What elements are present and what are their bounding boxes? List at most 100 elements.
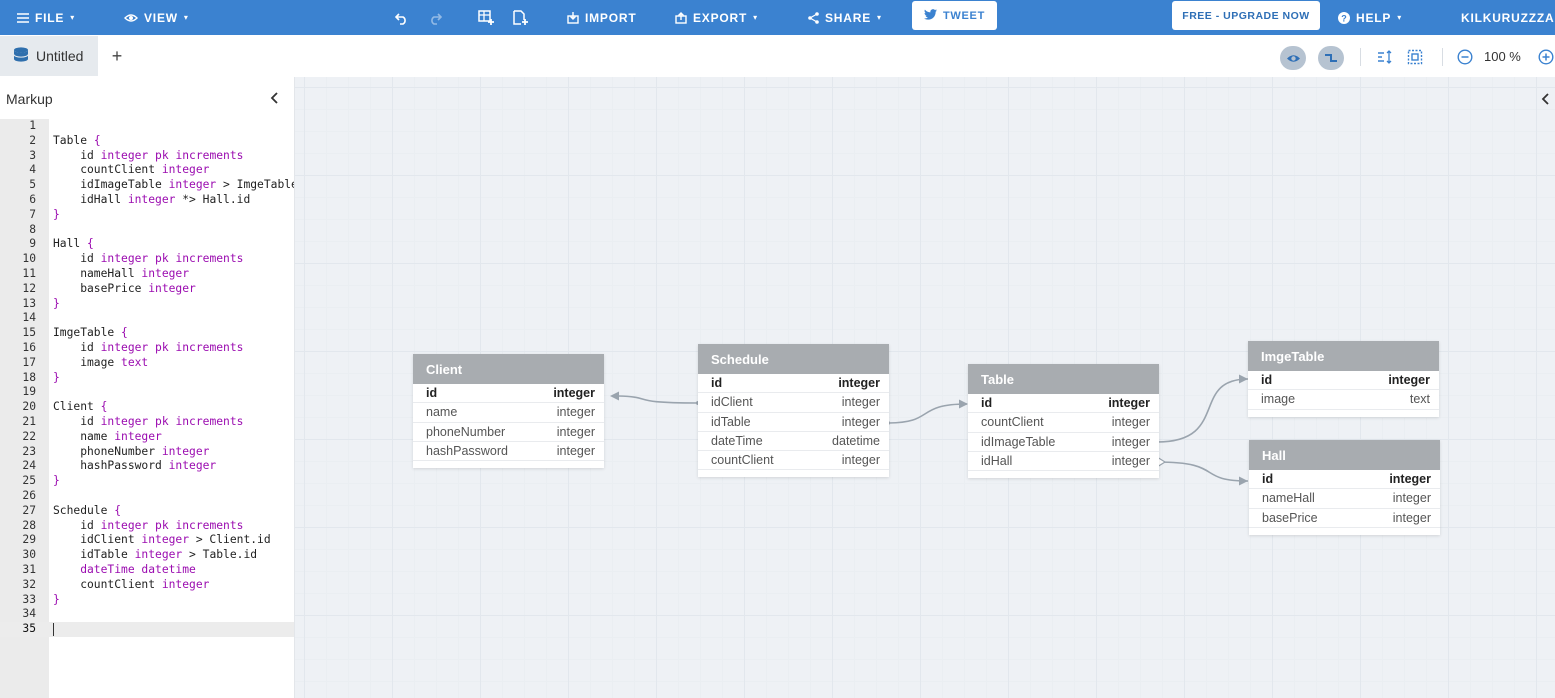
undo-icon[interactable] [391, 0, 413, 35]
export-menu[interactable]: EXPORT ▾ [675, 0, 757, 35]
user-menu[interactable]: KILKURUZZZA [1461, 0, 1554, 35]
file-menu[interactable]: FILE ▾ [17, 0, 74, 35]
table-header[interactable]: Hall [1249, 440, 1440, 470]
line-number: 14 [22, 311, 36, 325]
svg-text:?: ? [1341, 13, 1347, 23]
code-line[interactable]: 2 Table { [0, 134, 294, 149]
code-line[interactable]: 7} [0, 207, 294, 223]
code-text: idTable integer > Table.id [53, 548, 258, 562]
code-line[interactable]: 24 hashPassword integer [0, 459, 294, 474]
upgrade-button[interactable]: FREE - UPGRADE NOW [1172, 1, 1320, 30]
table-header[interactable]: Table [968, 364, 1159, 394]
code-line[interactable]: 30 idTable integer > Table.id [0, 548, 294, 563]
table-card-imgetable[interactable]: ImgeTable id integer image text [1248, 341, 1439, 417]
code-text: } [53, 296, 60, 310]
code-line[interactable]: 26 [0, 489, 294, 504]
code-line[interactable]: 15 ImgeTable { [0, 326, 294, 341]
code-line[interactable]: 20 Client { [0, 400, 294, 415]
import-button[interactable]: IMPORT [567, 0, 636, 35]
table-field-row[interactable]: basePrice integer [1249, 509, 1440, 528]
code-line[interactable]: 9 Hall { [0, 237, 294, 252]
table-field-row[interactable]: id integer [1249, 470, 1440, 490]
code-line[interactable]: 23 phoneNumber integer [0, 445, 294, 460]
code-line[interactable]: 12 basePrice integer [0, 282, 294, 297]
code-line[interactable]: 32 countClient integer [0, 578, 294, 593]
table-header[interactable]: Client [413, 354, 604, 384]
code-line[interactable]: 19 [0, 385, 294, 400]
line-number: 31 [22, 562, 36, 576]
table-field-row[interactable]: countClient integer [968, 413, 1159, 433]
connector-style-button[interactable] [1318, 46, 1344, 70]
tweet-button[interactable]: TWEET [912, 1, 997, 30]
collapse-panel-icon[interactable] [266, 89, 282, 107]
code-line[interactable]: 8 [0, 223, 294, 238]
code-line[interactable]: 25} [0, 474, 294, 489]
table-card-hall[interactable]: Hall id integer nameHall integer basePrice int… [1249, 440, 1440, 535]
code-line[interactable]: 14 [0, 311, 294, 326]
table-field-row[interactable]: idTable integer [698, 413, 889, 432]
table-field-row[interactable]: countClient integer [698, 451, 889, 471]
table-field-row[interactable]: id integer [1248, 371, 1439, 391]
code-line[interactable]: 18} [0, 371, 294, 386]
code-line[interactable]: 10 id integer pk increments [0, 252, 294, 267]
code-line[interactable]: 4 countClient integer [0, 163, 294, 178]
auto-arrange-icon[interactable] [1375, 46, 1395, 68]
redo-icon[interactable] [424, 0, 446, 35]
code-line[interactable]: 33} [0, 593, 294, 608]
table-field-row[interactable]: id integer [698, 374, 889, 394]
code-text: id integer pk increments [53, 518, 244, 532]
code-line[interactable]: 11 nameHall integer [0, 267, 294, 282]
view-menu[interactable]: VIEW ▾ [124, 0, 188, 35]
table-field-row[interactable]: hashPassword integer [413, 442, 604, 462]
zoom-in-icon[interactable] [1536, 46, 1555, 68]
share-menu[interactable]: SHARE ▾ [808, 0, 881, 35]
table-field-row[interactable]: id integer [413, 384, 604, 404]
table-card-schedule[interactable]: Schedule id integer idClient integer idTable i… [698, 344, 889, 478]
code-line[interactable]: 27 Schedule { [0, 504, 294, 519]
table-field-row[interactable]: dateTime datetime [698, 432, 889, 452]
code-line[interactable]: 21 id integer pk increments [0, 415, 294, 430]
expand-right-panel-icon[interactable] [1537, 89, 1553, 109]
code-editor[interactable]: 1 2 Table {3 id integer pk increments 4 cou… [0, 119, 294, 637]
add-table-icon[interactable] [475, 0, 497, 35]
table-field-row[interactable]: nameHall integer [1249, 489, 1440, 509]
code-line[interactable]: 28 id integer pk increments [0, 518, 294, 534]
line-number: 7 [29, 207, 36, 221]
code-line[interactable]: 31 dateTime datetime [0, 562, 294, 578]
table-field-row[interactable]: id integer [968, 394, 1159, 414]
table-card-client[interactable]: Client id integer name integer phoneNumber int… [413, 354, 604, 469]
code-line[interactable]: 5 idImageTable integer > ImgeTable.id [0, 178, 294, 193]
code-line[interactable]: 22 name integer [0, 430, 294, 445]
tab-untitled[interactable]: Untitled [0, 36, 98, 76]
zoom-out-icon[interactable] [1455, 46, 1475, 68]
diagram-canvas[interactable]: Client id integer name integer phoneNumber int… [295, 77, 1555, 698]
add-note-icon[interactable] [509, 0, 531, 35]
field-type: integer [838, 376, 880, 391]
table-field-row[interactable]: idHall integer [968, 452, 1159, 472]
code-line[interactable]: 1 [0, 119, 294, 134]
code-line[interactable]: 35 [0, 622, 294, 637]
code-line[interactable]: 34 [0, 607, 294, 622]
field-type: integer [556, 444, 595, 459]
code-line[interactable]: 3 id integer pk increments [0, 149, 294, 164]
add-tab-button[interactable]: + [108, 35, 126, 77]
preview-toggle-button[interactable] [1280, 46, 1306, 70]
help-menu[interactable]: ? HELP ▾ [1338, 0, 1401, 35]
twitter-bird-icon [924, 8, 937, 23]
table-field-row[interactable]: name integer [413, 403, 604, 423]
table-field-row[interactable]: idClient integer [698, 393, 889, 413]
code-line[interactable]: 6 idHall integer *> Hall.id [0, 193, 294, 208]
field-name: image [1261, 392, 1296, 407]
table-field-row[interactable]: idImageTable integer [968, 433, 1159, 452]
tab-label: Untitled [36, 48, 84, 64]
table-card-table[interactable]: Table id integer countClient integer idImageT… [968, 364, 1159, 479]
table-field-row[interactable]: image text [1248, 390, 1439, 410]
table-header[interactable]: Schedule [698, 344, 889, 374]
table-field-row[interactable]: phoneNumber integer [413, 423, 604, 442]
code-line[interactable]: 16 id integer pk increments [0, 341, 294, 356]
code-line[interactable]: 29 idClient integer > Client.id [0, 533, 294, 548]
table-header[interactable]: ImgeTable [1248, 341, 1439, 371]
fit-to-screen-icon[interactable] [1405, 46, 1425, 68]
code-line[interactable]: 13} [0, 296, 294, 312]
code-line[interactable]: 17 image text [0, 356, 294, 371]
